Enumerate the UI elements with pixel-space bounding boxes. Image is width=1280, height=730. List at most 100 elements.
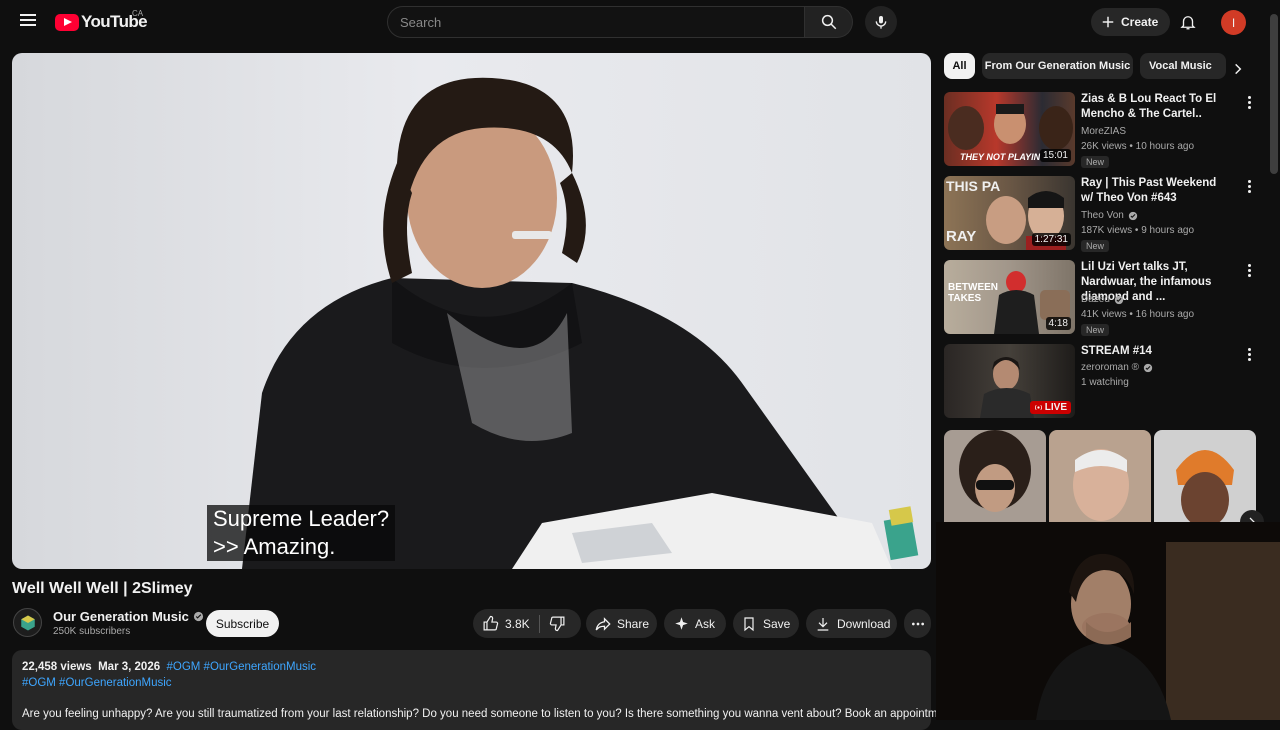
more-options-icon[interactable]: [1242, 94, 1256, 110]
verified-icon: [1114, 295, 1124, 304]
search-box: [387, 6, 805, 38]
recommendation-item[interactable]: LIVE STREAM #14 zeroroman ® 1 watching: [944, 344, 1256, 418]
like-button[interactable]: 3.8K: [473, 615, 539, 632]
search-button[interactable]: [805, 6, 853, 38]
share-button[interactable]: Share: [586, 609, 657, 638]
ask-button[interactable]: Ask: [664, 609, 726, 638]
thumbnail-caption: BETWEEN TAKES: [948, 282, 998, 304]
save-button[interactable]: Save: [733, 609, 799, 638]
video-player[interactable]: Supreme Leader? >> Amazing.: [12, 53, 931, 569]
closed-caption: Supreme Leader? >> Amazing.: [207, 505, 396, 561]
short-thumbnail[interactable]: [1154, 430, 1256, 525]
view-count: 22,458 views: [22, 661, 92, 673]
video-thumbnail[interactable]: LIVE: [944, 344, 1075, 418]
share-label: Share: [617, 616, 650, 631]
channel-name-text: zeroroman ®: [1081, 362, 1139, 373]
thumbs-up-icon: [483, 615, 499, 631]
short-image: [1176, 450, 1234, 525]
hamburger-menu-icon[interactable]: [16, 11, 40, 33]
like-dislike-group: 3.8K: [473, 609, 581, 638]
chips-next-button[interactable]: [1228, 59, 1248, 79]
short-thumbnail[interactable]: [1049, 430, 1151, 525]
video-thumbnail[interactable]: THEY NOT PLAYIN 15:01: [944, 92, 1075, 166]
recommendation-channel[interactable]: Dazed: [1081, 292, 1124, 307]
shorts-shelf: [944, 430, 1256, 525]
top-bar: YouTube CA Create I: [0, 0, 1280, 44]
notifications-button[interactable]: [1177, 11, 1199, 33]
channel-avatar[interactable]: [13, 608, 42, 637]
recommendation-title[interactable]: STREAM #14: [1081, 344, 1231, 359]
video-title: Well Well Well | 2Slimey: [12, 580, 193, 597]
recommendation-item[interactable]: BETWEEN TAKES 4:18 Lil Uzi Vert talks JT…: [944, 260, 1256, 336]
recommendation-stats: 41K views • 16 hours ago: [1081, 309, 1195, 320]
thumbnail-caption: THIS PA: [946, 178, 1001, 194]
more-options-icon[interactable]: [1242, 346, 1256, 362]
subscribe-button[interactable]: Subscribe: [206, 610, 279, 637]
account-avatar[interactable]: I: [1221, 10, 1246, 35]
download-label: Download: [837, 616, 891, 631]
channel-logo-icon: [20, 615, 35, 630]
upload-date: Mar 3, 2026: [98, 661, 161, 673]
recommendation-title[interactable]: Ray | This Past Weekend w/ Theo Von #643: [1081, 176, 1231, 206]
webcam-overlay: [936, 522, 1280, 720]
recommendation-item[interactable]: THIS PA RAY 1:27:31 Ray | This Past Week…: [944, 176, 1256, 252]
hashtags-line-1[interactable]: #OGM #OurGenerationMusic: [167, 661, 317, 673]
channel-name-text: Theo Von: [1081, 210, 1124, 221]
youtube-play-icon: [55, 13, 79, 31]
page-scrollbar[interactable]: [1270, 14, 1278, 174]
duration-badge: 1:27:31: [1031, 233, 1071, 246]
recommendation-title[interactable]: Zias & B Lou React To El Mencho & The Ca…: [1081, 92, 1231, 122]
download-button[interactable]: Download: [806, 609, 897, 638]
channel-name-text: Dazed: [1081, 294, 1110, 305]
filter-chips: All From Our Generation Music Vocal Musi…: [944, 53, 1254, 79]
create-button[interactable]: Create: [1091, 8, 1171, 36]
duration-badge: 15:01: [1039, 149, 1071, 162]
recommendation-channel[interactable]: zeroroman ®: [1081, 360, 1153, 375]
more-actions-button[interactable]: [904, 609, 931, 638]
live-broadcast-icon: [1034, 405, 1042, 410]
caption-line-1: Supreme Leader?: [213, 506, 390, 531]
short-thumbnail[interactable]: [944, 430, 1046, 525]
live-badge: LIVE: [1029, 401, 1071, 414]
microphone-icon: [875, 16, 887, 29]
description-stats: 22,458 views Mar 3, 2026 #OGM #OurGenera…: [22, 659, 921, 675]
recommendation-channel[interactable]: MoreZIAS: [1081, 124, 1126, 139]
short-image: [1073, 449, 1129, 521]
subscriber-count: 250K subscribers: [53, 626, 131, 637]
more-options-icon[interactable]: [1242, 262, 1256, 278]
share-icon: [595, 616, 611, 631]
recommendation-channel[interactable]: Theo Von: [1081, 208, 1138, 223]
channel-name[interactable]: Our Generation Music: [53, 609, 204, 624]
bell-icon: [1180, 16, 1196, 30]
video-thumbnail[interactable]: BETWEEN TAKES 4:18: [944, 260, 1075, 334]
verified-icon: [1143, 363, 1153, 372]
chip-from-channel[interactable]: From Our Generation Music: [982, 53, 1133, 79]
thumbnail-caption-ray: RAY: [946, 228, 977, 245]
new-badge: New: [1081, 156, 1110, 168]
new-badge: New: [1081, 324, 1110, 336]
duration-badge: 4:18: [1045, 317, 1071, 330]
recommendation-stats: 187K views • 9 hours ago: [1081, 225, 1195, 236]
chevron-right-icon: [1235, 63, 1242, 75]
search-input[interactable]: [388, 7, 804, 37]
voice-search-button[interactable]: [865, 6, 897, 38]
webcam-image: [936, 522, 1280, 720]
chip-all[interactable]: All: [944, 53, 975, 79]
video-thumbnail[interactable]: THIS PA RAY 1:27:31: [944, 176, 1075, 250]
hashtags-line-2[interactable]: #OGM #OurGenerationMusic: [22, 675, 921, 691]
more-options-icon[interactable]: [1242, 178, 1256, 194]
thumbnail-caption: THEY NOT PLAYIN: [960, 152, 1041, 162]
search-icon: [821, 14, 836, 30]
short-image: [959, 430, 1031, 512]
youtube-logo[interactable]: YouTube CA: [55, 9, 148, 32]
country-code: CA: [132, 9, 144, 18]
description-box[interactable]: 22,458 views Mar 3, 2026 #OGM #OurGenera…: [12, 650, 953, 730]
plus-icon: [1102, 16, 1114, 28]
chip-vocal-music[interactable]: Vocal Music: [1140, 53, 1226, 79]
dislike-button[interactable]: [540, 615, 566, 632]
recommendation-item[interactable]: THEY NOT PLAYIN 15:01 Zias & B Lou React…: [944, 92, 1256, 168]
video-frame: [242, 77, 919, 569]
caption-line-2: >> Amazing.: [213, 534, 336, 559]
like-count: 3.8K: [505, 616, 530, 631]
live-label: LIVE: [1044, 402, 1067, 413]
